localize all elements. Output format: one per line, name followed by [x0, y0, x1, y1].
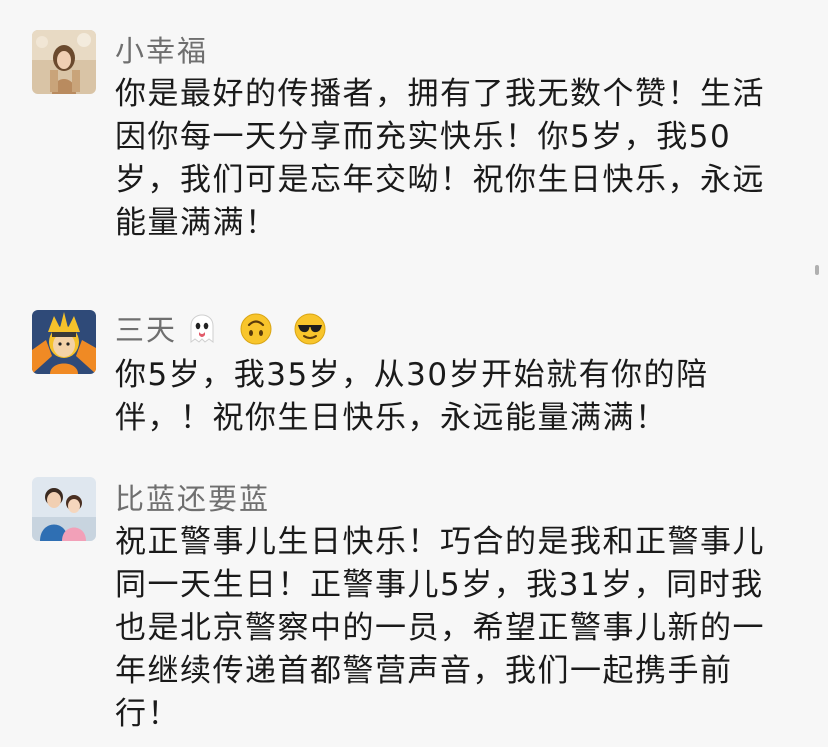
comment-author-name[interactable]: 三天: [115, 313, 177, 347]
avatar[interactable]: [32, 477, 96, 541]
comment-text: 你是最好的传播者，拥有了我无数个赞！生活因你每一天分享而充实快乐！你5岁，我50…: [115, 76, 765, 241]
comment-list: 小幸福 你是最好的传播者，拥有了我无数个赞！生活因你每一天分享而充实快乐！你5岁…: [0, 0, 828, 747]
upside-down-face-emoji-icon: [239, 312, 273, 346]
woman-photo-avatar-icon: [32, 30, 96, 94]
comment-author-name-row: 三天: [115, 307, 327, 349]
ghost-emoji-icon: [185, 312, 219, 346]
family-photo-avatar-icon: [32, 477, 96, 541]
comment-text: 祝正警事儿生日快乐！巧合的是我和正警事儿同一天生日！正警事儿5岁，我31岁，同时…: [115, 524, 765, 732]
scrollbar-indicator[interactable]: [815, 265, 819, 275]
anime-character-avatar-icon: [32, 310, 96, 374]
avatar[interactable]: [32, 310, 96, 374]
avatar[interactable]: [32, 30, 96, 94]
comment-author-name[interactable]: 比蓝还要蓝: [115, 476, 270, 518]
comment-text: 你5岁，我35岁，从30岁开始就有你的陪伴，！祝你生日快乐，永远能量满满！: [115, 357, 709, 436]
comment-author-name[interactable]: 小幸福: [115, 28, 208, 70]
sunglasses-face-emoji-icon: [293, 312, 327, 346]
